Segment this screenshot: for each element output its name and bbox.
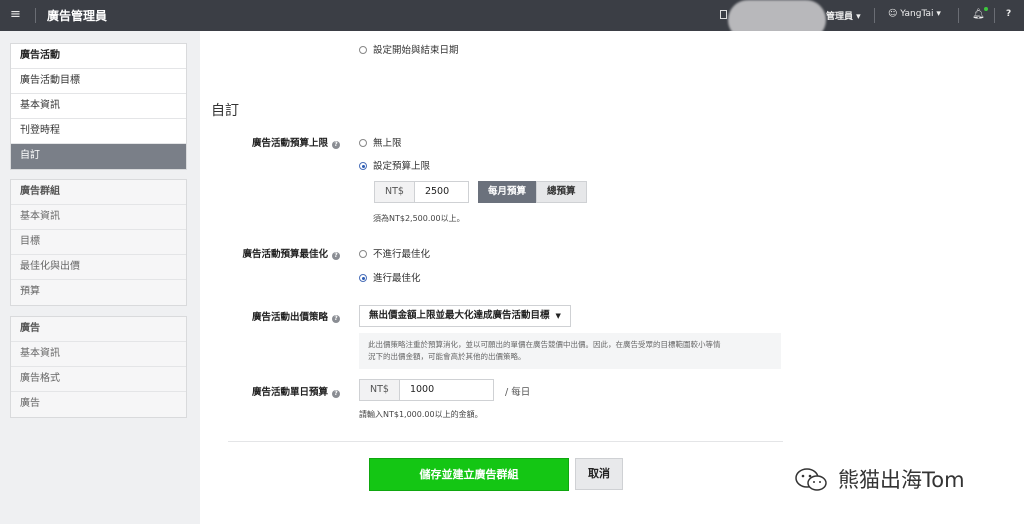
document-icon[interactable]	[720, 10, 727, 19]
divider	[35, 8, 36, 23]
sidebar-header-ad[interactable]: 廣告	[11, 317, 186, 342]
total-budget-button[interactable]: 總預算	[536, 181, 587, 203]
bid-strategy-dropdown[interactable]: 無出價金額上限並最大化達成廣告活動目標 ▼	[359, 305, 571, 327]
sidebar-header-adgroup[interactable]: 廣告群組	[11, 180, 186, 205]
label-text: 廣告活動出價策略	[251, 312, 328, 323]
hamburger-menu-icon[interactable]: ≡	[10, 8, 21, 22]
sidebar-item-ad-basic-info[interactable]: 基本資訊	[11, 342, 186, 367]
question-icon[interactable]: ?	[332, 315, 340, 323]
radio-label: 設定預算上限	[373, 161, 431, 172]
user-icon: ☺	[888, 9, 898, 19]
user-name: YangTai	[900, 9, 934, 19]
sidebar-item-adgroup-bidding[interactable]: 最佳化與出價	[11, 255, 186, 280]
sidebar-group-ad: 廣告 基本資訊 廣告格式 廣告	[10, 316, 187, 418]
chevron-down-icon: ▾	[936, 9, 941, 19]
label-text: 廣告活動單日預算	[251, 387, 328, 398]
label-text: 廣告活動預算最佳化	[242, 249, 328, 260]
radio-label: 無上限	[373, 138, 402, 149]
app-title: 廣告管理員	[47, 9, 108, 23]
dropdown-value: 無出價金額上限並最大化達成廣告活動目標	[369, 310, 550, 321]
bid-strategy-note: 此出價策略注重於預算消化，並以可願出的單價在廣告競價中出價。因此，在廣告受眾的目…	[359, 333, 781, 369]
per-day-suffix: / 每日	[505, 387, 531, 398]
currency-prefix: NT$	[360, 380, 400, 400]
wechat-icon	[795, 468, 827, 491]
radio-label: 設定開始與結束日期	[373, 45, 459, 56]
role-menu[interactable]: 管理員 ▾	[826, 9, 861, 22]
top-bar: ≡ 廣告管理員 管理員 ▾ ☺ YangTai ▾ 🔔︎ ?	[0, 0, 1024, 40]
chevron-down-icon: ▾	[856, 12, 861, 22]
user-menu[interactable]: ☺ YangTai ▾	[888, 9, 941, 19]
sidebar-item-campaign-schedule[interactable]: 刊登時程	[11, 119, 186, 144]
divider	[958, 8, 959, 23]
bell-icon[interactable]: 🔔︎	[972, 9, 985, 20]
daily-budget-input[interactable]: NT$ 1000	[359, 379, 494, 401]
currency-prefix: NT$	[375, 182, 415, 202]
sidebar-item-adgroup-basic-info[interactable]: 基本資訊	[11, 205, 186, 230]
radio-label: 進行最佳化	[373, 273, 421, 284]
radio-label: 不進行最佳化	[373, 249, 431, 260]
radio-no-optimization[interactable]: 不進行最佳化	[359, 246, 430, 260]
question-icon[interactable]: ?	[332, 252, 340, 260]
budget-cap-hint: 須為NT$2,500.00以上。	[373, 214, 465, 223]
daily-budget-hint: 請輸入NT$1,000.00以上的金額。	[359, 410, 483, 419]
radio-button[interactable]	[359, 46, 367, 54]
main-content: 設定開始與結束日期 自訂 廣告活動預算上限? 無上限 設定預算上限 NT$ 25…	[200, 31, 1024, 524]
daily-budget-label: 廣告活動單日預算?	[180, 384, 340, 398]
help-icon[interactable]: ?	[1006, 9, 1011, 19]
bid-strategy-label: 廣告活動出價策略?	[180, 309, 340, 323]
question-icon[interactable]: ?	[332, 141, 340, 149]
radio-button[interactable]	[359, 250, 367, 258]
sidebar-item-campaign-objective[interactable]: 廣告活動目標	[11, 69, 186, 94]
sidebar-item-campaign-custom[interactable]: 自訂	[11, 144, 186, 169]
radio-no-cap[interactable]: 無上限	[359, 135, 402, 149]
sidebar-group-campaign: 廣告活動 廣告活動目標 基本資訊 刊登時程 自訂	[10, 43, 187, 170]
radio-set-cap[interactable]: 設定預算上限	[359, 158, 430, 172]
sidebar: 廣告活動 廣告活動目標 基本資訊 刊登時程 自訂 廣告群組 基本資訊 目標 最佳…	[0, 31, 200, 524]
radio-button[interactable]	[359, 139, 367, 147]
wechat-logo-icon	[794, 466, 830, 497]
question-icon[interactable]: ?	[332, 390, 340, 398]
sidebar-item-adgroup-budget[interactable]: 預算	[11, 280, 186, 305]
caret-down-icon: ▼	[555, 312, 561, 320]
sidebar-item-campaign-basic-info[interactable]: 基本資訊	[11, 94, 186, 119]
budget-cap-label: 廣告活動預算上限?	[180, 135, 340, 149]
budget-cap-value[interactable]: 2500	[415, 182, 459, 202]
optimization-label: 廣告活動預算最佳化?	[180, 246, 340, 260]
radio-set-dates[interactable]: 設定開始與結束日期	[359, 42, 459, 56]
monthly-budget-button[interactable]: 每月預算	[478, 181, 537, 203]
sidebar-item-ad-format[interactable]: 廣告格式	[11, 367, 186, 392]
watermark-text: 熊猫出海Tom	[838, 468, 965, 492]
sidebar-item-ad[interactable]: 廣告	[11, 392, 186, 417]
budget-type-toggle[interactable]: 每月預算 總預算	[478, 181, 587, 203]
note-line: 此出價策略注重於預算消化，並以可願出的單價在廣告競價中出價。因此，在廣告受眾的目…	[368, 340, 721, 349]
save-and-create-adgroup-button[interactable]: 儲存並建立廣告群組	[369, 458, 569, 491]
divider	[994, 8, 995, 23]
daily-budget-value[interactable]: 1000	[400, 380, 444, 400]
cancel-button[interactable]: 取消	[575, 458, 623, 490]
sidebar-item-adgroup-target[interactable]: 目標	[11, 230, 186, 255]
radio-optimization[interactable]: 進行最佳化	[359, 270, 421, 284]
section-title: 自訂	[211, 103, 239, 119]
divider	[874, 8, 875, 23]
sidebar-group-adgroup: 廣告群組 基本資訊 目標 最佳化與出價 預算	[10, 179, 187, 306]
note-line: 況下的出價金額，可能會高於其他的出價策略。	[368, 352, 526, 361]
budget-cap-input[interactable]: NT$ 2500	[374, 181, 469, 203]
sidebar-header-campaign[interactable]: 廣告活動	[11, 44, 186, 69]
radio-button-selected[interactable]	[359, 162, 367, 170]
label-text: 廣告活動預算上限	[251, 138, 328, 149]
radio-button-selected[interactable]	[359, 274, 367, 282]
notification-dot	[984, 7, 988, 11]
divider	[228, 441, 783, 442]
role-label: 管理員	[826, 12, 854, 22]
